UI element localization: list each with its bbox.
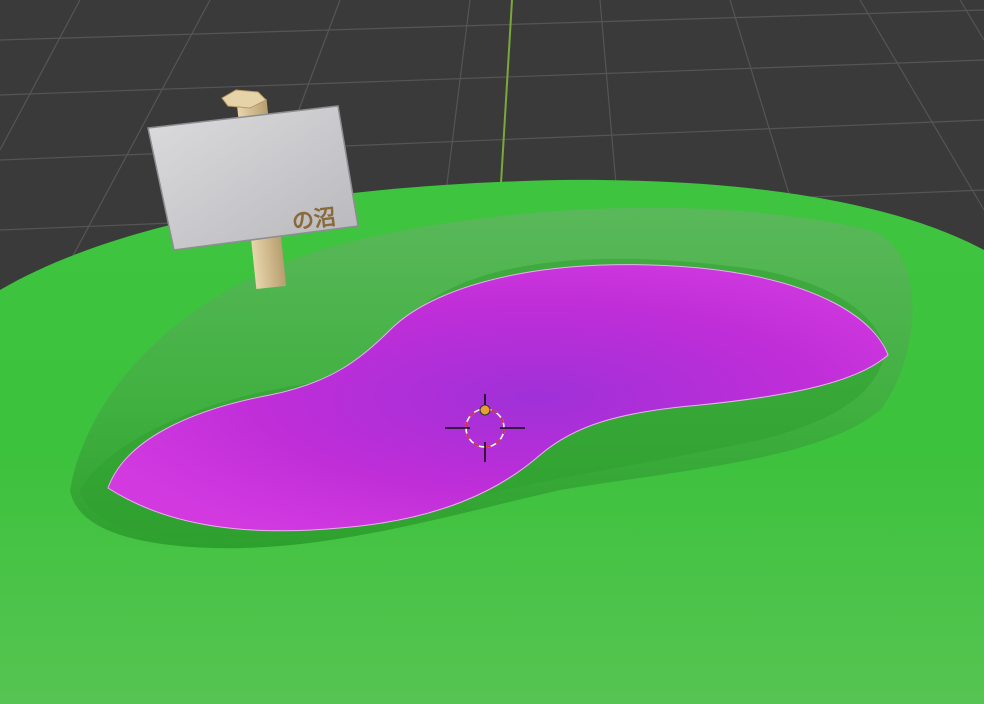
3d-viewport[interactable]: の沼 xyxy=(0,0,984,704)
viewport-scene[interactable]: の沼 xyxy=(0,0,984,704)
y-axis-line xyxy=(499,0,513,201)
cursor-origin-dot xyxy=(479,404,491,416)
sign-text: の沼 xyxy=(291,204,338,235)
